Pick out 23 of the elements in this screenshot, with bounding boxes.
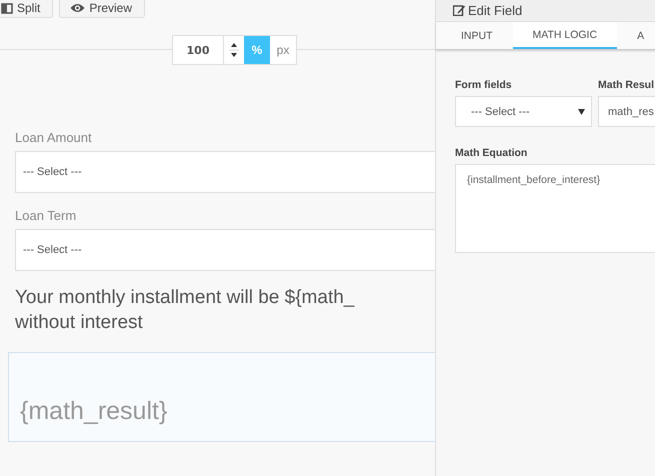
field-label: Loan Amount (15, 130, 93, 145)
panel-title: Edit Field (468, 2, 522, 18)
edit-icon (453, 4, 465, 16)
eye-icon (70, 3, 86, 13)
tab[interactable]: A (621, 22, 644, 49)
field-label: Math Resul (598, 79, 655, 91)
field-label: Math Equation (455, 147, 528, 159)
input-field[interactable]: math_res (598, 96, 655, 127)
preview-button[interactable]: Preview (59, 0, 146, 18)
heading-text: Your monthly installment will be ${math_ without interest (15, 286, 356, 335)
tab[interactable]: MATH LOGIC (512, 22, 618, 49)
select-field[interactable]: --- Select --- (15, 151, 436, 193)
result-text: {math_result} (20, 397, 168, 426)
tab[interactable]: INPUT (441, 22, 512, 49)
split-icon (1, 2, 13, 14)
split-button[interactable]: Split (0, 0, 54, 18)
equation-field[interactable]: {installment_before_interest} (455, 164, 655, 253)
field-label: Loan Term (15, 208, 78, 223)
field-label: Form fields (455, 79, 513, 91)
select-field[interactable]: --- Select --- (15, 229, 436, 271)
select-field[interactable]: --- Select --- (455, 96, 592, 127)
zoom-value-field[interactable]: 100 (173, 36, 224, 64)
caret-icon (578, 108, 585, 114)
